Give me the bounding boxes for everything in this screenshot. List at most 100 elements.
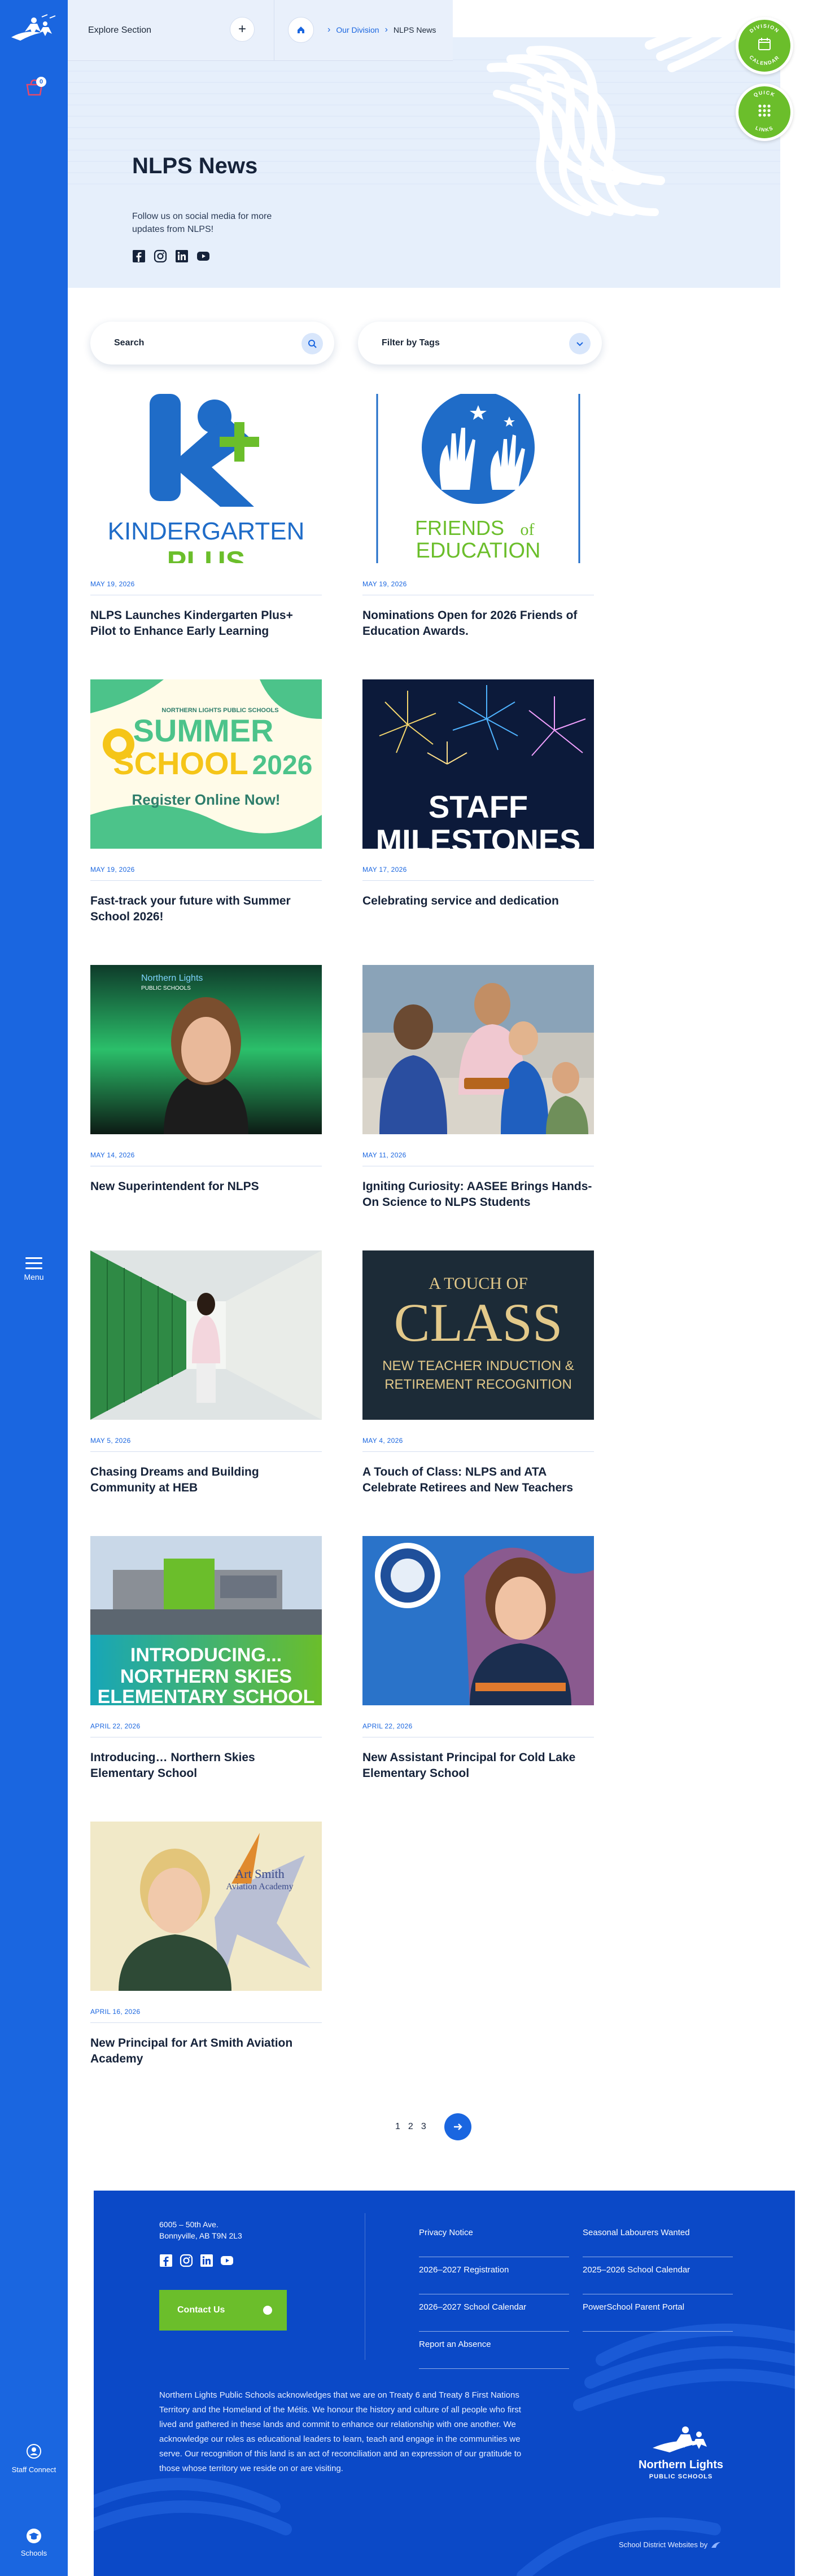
news-title[interactable]: A Touch of Class: NLPS and ATA Celebrate… [362,1464,594,1496]
page-2-link[interactable]: 2 [408,2122,413,2132]
news-card[interactable]: NORTHERN LIGHTS PUBLIC SCHOOLS SUMMER SC… [90,679,322,925]
youtube-icon[interactable] [220,2254,234,2267]
footer-links-col1: Privacy Notice 2026–2027 Registration 20… [419,2220,569,2369]
summer-school-image[interactable]: NORTHERN LIGHTS PUBLIC SCHOOLS SUMMER SC… [90,679,322,849]
news-card[interactable]: KINDERGARTEN PLUS MAY 19, 2026 NLPS Laun… [90,394,322,639]
division-calendar-button[interactable]: DIVISION CALENDAR [736,17,793,74]
instagram-icon[interactable] [154,249,167,263]
land-acknowledgement: Northern Lights Public Schools acknowled… [159,2390,522,2473]
svg-text:LINKS: LINKS [755,125,775,133]
search-field[interactable]: Search [90,322,334,365]
linkedin-icon[interactable] [175,249,189,263]
news-card[interactable]: INTRODUCING... NORTHERN SKIES ELEMENTARY… [90,1536,322,1781]
schools-label: Schools [20,2549,47,2557]
footer-link[interactable]: 2026–2027 School Calendar [419,2294,569,2332]
superintendent-portrait-image[interactable]: Northern Lights PUBLIC SCHOOLS [90,965,322,1134]
page-1-link[interactable]: 1 [395,2122,400,2132]
student-lockers-image[interactable] [90,1250,322,1420]
news-card[interactable]: Art Smith Aviation Academy APRIL 16, 202… [90,1822,322,2067]
news-title[interactable]: Chasing Dreams and Building Community at… [90,1464,322,1496]
footer-link[interactable]: Report an Absence [419,2332,569,2369]
chevron-down-icon[interactable] [569,333,591,354]
footer-link[interactable]: Seasonal Labourers Wanted [583,2220,733,2257]
footer-link[interactable]: Privacy Notice [419,2220,569,2257]
top-bar: Explore Section + › Our Division › NLPS … [68,0,453,61]
instagram-icon[interactable] [180,2254,193,2267]
facebook-icon[interactable] [159,2254,173,2267]
northern-skies-text: NORTHERN SKIES [120,1666,292,1687]
menu-label: Menu [24,1272,44,1282]
year-text: 2026 [252,751,313,780]
footer-logo-line1: Northern Lights [639,2459,723,2471]
a-touch-of-class-image[interactable]: A TOUCH OF CLASS NEW TEACHER INDUCTION &… [362,1250,594,1420]
pagination: 1 2 3 [395,2113,471,2140]
next-page-button[interactable] [444,2113,471,2140]
svg-text:CALENDAR: CALENDAR [748,54,780,66]
news-title[interactable]: NLPS Launches Kindergarten Plus+ Pilot t… [90,608,322,639]
breadcrumb-our-division[interactable]: Our Division [336,25,379,34]
calendar-icon [758,38,771,50]
graduation-cap-icon [27,2529,41,2543]
news-card[interactable]: STAFF MILESTONES MAY 17, 2026 Celebratin… [362,679,594,909]
search-icon[interactable] [301,333,323,354]
site-credit[interactable]: School District Websites by [619,2540,721,2549]
menu-button[interactable]: Menu [17,1254,51,1282]
plus-text: PLUS [167,546,246,563]
register-text: Register Online Now! [132,791,281,808]
circle-icon [263,2306,272,2315]
news-title[interactable]: New Superintendent for NLPS [90,1179,322,1195]
friends-of-education-image[interactable]: FRIENDS of EDUCATION [362,394,594,563]
news-date: APRIL 22, 2026 [362,1722,594,1737]
contact-us-button[interactable]: Contact Us [159,2290,287,2331]
linkedin-icon[interactable] [200,2254,213,2267]
home-icon[interactable] [288,17,314,43]
news-title[interactable]: Nominations Open for 2026 Friends of Edu… [362,608,594,639]
news-title[interactable]: Igniting Curiosity: AASEE Brings Hands-O… [362,1179,594,1210]
assistant-principal-image[interactable] [362,1536,594,1705]
news-card[interactable]: MAY 11, 2026 Igniting Curiosity: AASEE B… [362,965,594,1210]
footer-link[interactable]: 2026–2027 Registration [419,2257,569,2294]
news-title[interactable]: Fast-track your future with Summer Schoo… [90,893,322,925]
news-card[interactable]: MAY 5, 2026 Chasing Dreams and Building … [90,1250,322,1496]
news-title[interactable]: Celebrating service and dedication [362,893,594,909]
svg-text:QUICK: QUICK [753,90,776,98]
footer-link[interactable]: PowerSchool Parent Portal [583,2294,733,2332]
aviation-academy-text: Aviation Academy [226,1882,293,1892]
quick-links-button[interactable]: QUICK LINKS [736,84,793,141]
news-card[interactable]: FRIENDS of EDUCATION MAY 19, 2026 Nomina… [362,394,594,639]
class-text: CLASS [394,1292,563,1353]
footer-nlps-logo[interactable]: Northern Lights PUBLIC SCHOOLS [624,2423,737,2485]
news-title[interactable]: New Principal for Art Smith Aviation Aca… [90,2035,322,2067]
address-line-1: 6005 – 50th Ave. [159,2220,218,2229]
footer-social-links [159,2254,234,2267]
news-date: MAY 17, 2026 [362,866,594,881]
footer-links-col2: Seasonal Labourers Wanted 2025–2026 Scho… [583,2220,733,2332]
news-card[interactable]: Northern Lights PUBLIC SCHOOLS MAY 14, 2… [90,965,322,1195]
plus-icon[interactable]: + [230,17,255,42]
filter-by-tags-label: Filter by Tags [382,338,440,348]
facebook-icon[interactable] [132,249,146,263]
page-3-link[interactable]: 3 [421,2122,426,2132]
footer-address: 6005 – 50th Ave. Bonnyville, AB T9N 2L3 [159,2219,242,2241]
filter-by-tags-dropdown[interactable]: Filter by Tags [358,322,602,365]
staff-connect-button[interactable]: Staff Connect [9,2443,59,2474]
induction-text: NEW TEACHER INDUCTION & [382,1358,574,1373]
explore-section-button[interactable]: Explore Section + [68,0,274,61]
principal-aviation-image[interactable]: Art Smith Aviation Academy [90,1822,322,1991]
students-science-image[interactable] [362,965,594,1134]
kindergarten-plus-image[interactable]: KINDERGARTEN PLUS [90,394,322,563]
staff-text: STAFF [429,789,528,824]
youtube-icon[interactable] [196,249,210,263]
chevron-right-icon: › [327,25,331,34]
news-date: MAY 19, 2026 [90,866,322,881]
explore-section-label: Explore Section [88,25,152,35]
news-title[interactable]: Introducing… Northern Skies Elementary S… [90,1750,322,1781]
news-title[interactable]: New Assistant Principal for Cold Lake El… [362,1750,594,1781]
news-card[interactable]: A TOUCH OF CLASS NEW TEACHER INDUCTION &… [362,1250,594,1496]
nlps-logo[interactable] [8,12,60,46]
footer-link[interactable]: 2025–2026 School Calendar [583,2257,733,2294]
news-card[interactable]: APRIL 22, 2026 New Assistant Principal f… [362,1536,594,1781]
staff-milestones-image[interactable]: STAFF MILESTONES [362,679,594,849]
northern-skies-school-image[interactable]: INTRODUCING... NORTHERN SKIES ELEMENTARY… [90,1536,322,1705]
schools-button[interactable]: Schools [9,2528,59,2557]
